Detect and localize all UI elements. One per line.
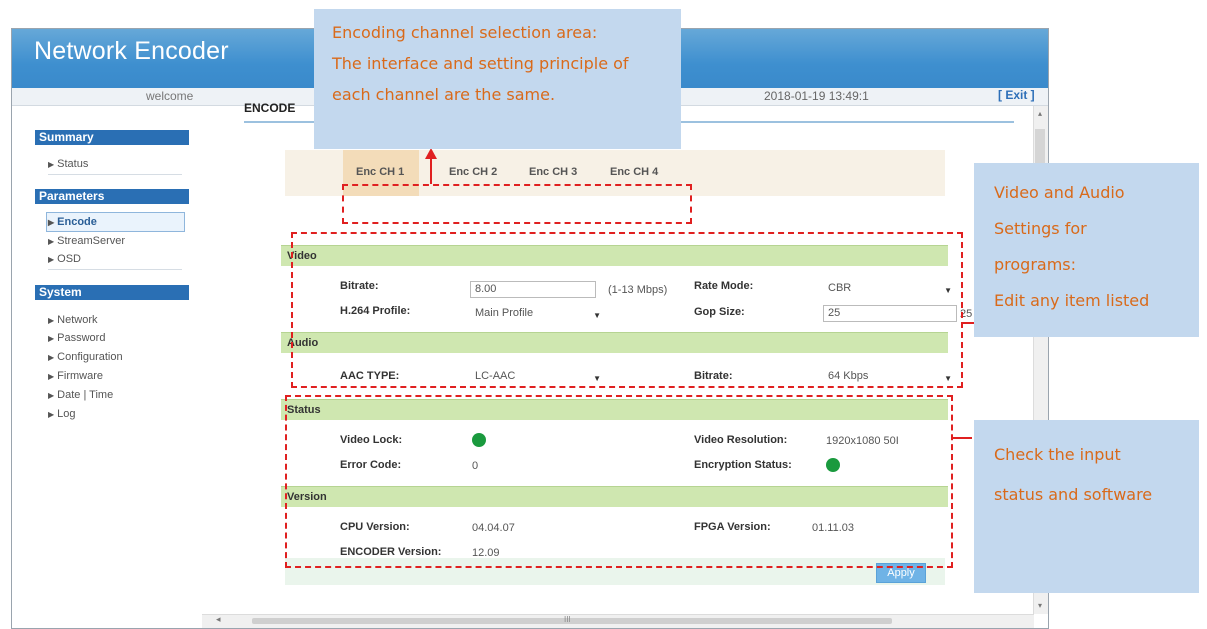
annotation-line: Edit any item listed (994, 291, 1150, 310)
arrow-up-head (425, 148, 437, 159)
annotation-line: programs: (994, 255, 1077, 274)
annotation-line: Settings for (994, 219, 1087, 238)
annotation-line: Check the input (994, 445, 1121, 464)
annotation-line: The interface and setting principle of (332, 54, 629, 73)
annotation-line: each channel are the same. (332, 85, 556, 104)
annotation-line: Encoding channel selection area: (332, 23, 598, 42)
annotation-line: status and software (994, 485, 1153, 504)
annotation-line: Video and Audio (994, 183, 1125, 202)
av-annotation: Video and Audio Settings for programs: E… (974, 163, 1199, 337)
status-annotation: Check the input status and software (974, 420, 1199, 593)
channel-annotation: Encoding channel selection area: The int… (314, 9, 681, 149)
